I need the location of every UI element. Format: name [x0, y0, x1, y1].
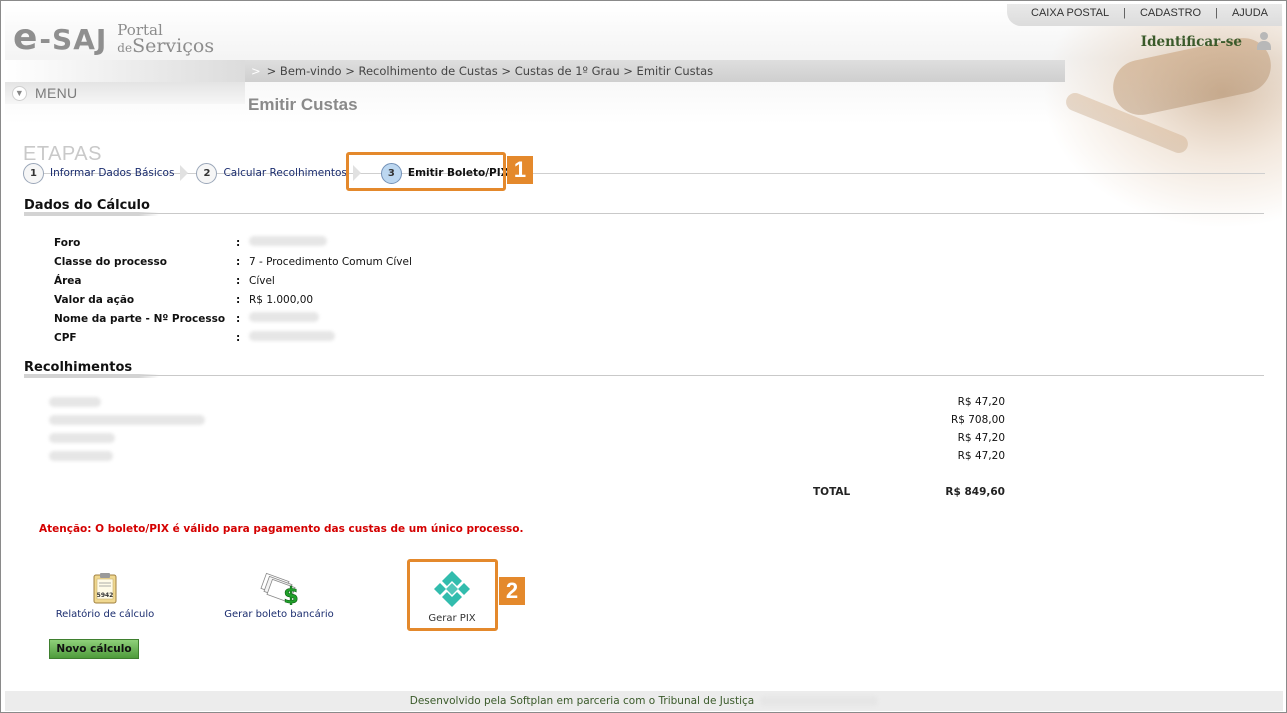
callout-number-2: 2 [499, 577, 525, 605]
relatorio-calculo-button[interactable]: 5942 Relatório de cálculo [51, 571, 159, 620]
relatorio-calculo-label: Relatório de cálculo [55, 609, 155, 620]
gerar-boleto-label: Gerar boleto bancário [224, 609, 334, 620]
breadcrumb: > > Bem-vindo > Recolhimento de Custas > … [251, 64, 713, 78]
dados-colon: : [236, 274, 241, 287]
dados-row-classe: Classe do processo : 7 - Procedimento Co… [54, 252, 412, 271]
user-icon-head [1260, 32, 1268, 40]
clipboard-badge: 5942 [97, 592, 114, 599]
cadastro-link[interactable]: CADASTRO [1140, 7, 1201, 19]
clipboard-report-icon: 5942 [93, 573, 117, 604]
dados-row-valor: Valor da ação : R$ 1.000,00 [54, 290, 313, 309]
top-links: CAIXA POSTAL | CADASTRO | AJUDA [1031, 7, 1268, 19]
chevron-down-icon: ▼ [12, 85, 27, 101]
recolhimento-item-redacted [49, 393, 101, 411]
footer-redacted [760, 696, 879, 706]
page-title: Emitir Custas [248, 95, 358, 114]
recolhimentos-title: Recolhimentos [24, 360, 133, 375]
callout-box-1 [346, 152, 506, 191]
dados-key: Nome da parte - Nº Processo [54, 312, 226, 325]
gerar-pix-button[interactable]: Gerar PIX [413, 569, 491, 624]
ajuda-link[interactable]: AJUDA [1232, 7, 1268, 19]
recolhimento-item-redacted [49, 411, 205, 429]
identificar-se-link[interactable]: Identificar-se [1141, 34, 1242, 50]
dados-row-cpf: CPF : [54, 328, 335, 347]
total-value: R$ 849,60 [945, 486, 1005, 498]
dados-value-redacted [249, 236, 327, 249]
step-label: Informar Dados Básicos [50, 167, 175, 179]
attention-message: Atenção: O boleto/PIX é válido para paga… [39, 523, 524, 535]
recolhimento-item-redacted [49, 429, 115, 447]
dados-value: R$ 1.000,00 [249, 293, 314, 306]
logo-servicos: Serviços [132, 35, 215, 57]
dados-value-redacted [249, 331, 335, 344]
step-number: 1 [23, 162, 44, 184]
step-2[interactable]: 2 Calcular Recolhimentos [196, 162, 368, 184]
dados-row-nome: Nome da parte - Nº Processo : [54, 309, 319, 328]
dados-key: Valor da ação [54, 293, 135, 306]
user-icon-body [1257, 41, 1271, 50]
gerar-boleto-button[interactable]: $ Gerar boleto bancário [221, 571, 337, 620]
top-link-separator: | [1123, 7, 1126, 19]
breadcrumb-text[interactable]: > Bem-vindo > Recolhimento de Custas > C… [267, 64, 714, 78]
user-icon[interactable] [1256, 32, 1272, 50]
top-link-separator: | [1215, 7, 1218, 19]
recolhimentos-underline [24, 374, 159, 378]
dados-key: Foro [54, 236, 81, 249]
dados-colon: : [236, 312, 241, 325]
pix-icon [434, 571, 470, 607]
step-arrow-icon [180, 165, 189, 181]
recolhimento-item-redacted [49, 447, 113, 465]
gerar-pix-label: Gerar PIX [428, 613, 476, 624]
dados-row-foro: Foro : [54, 233, 327, 252]
breadcrumb-arrow: > [251, 64, 261, 78]
dados-key: Classe do processo [54, 255, 168, 268]
recolhimentos-line [24, 375, 1264, 376]
dados-colon: : [236, 293, 241, 306]
dados-colon: : [236, 255, 241, 268]
gavel-illustration [1042, 19, 1282, 229]
caixa-postal-link[interactable]: CAIXA POSTAL [1031, 7, 1109, 19]
step-1[interactable]: 1 Informar Dados Básicos [23, 162, 196, 184]
total-label: TOTAL [813, 486, 851, 498]
dados-colon: : [236, 331, 241, 344]
logo-e: e [13, 17, 38, 58]
menu-label: MENU [35, 85, 78, 101]
logo-servicos-line: deServiços [117, 37, 214, 56]
callout-number-1: 1 [507, 156, 533, 184]
dados-calculo-line [24, 213, 1264, 214]
logo-saj: -SAJ [39, 23, 108, 56]
dados-key: CPF [54, 331, 77, 344]
logo-de: de [117, 41, 133, 55]
recolhimento-value: R$ 47,20 [957, 450, 1005, 462]
browser-page: e -SAJ Portal deServiços CAIXA POSTAL | … [0, 0, 1287, 713]
menu-button[interactable]: ▼ MENU [12, 85, 77, 101]
dados-colon: : [236, 236, 241, 249]
dados-calculo-title: Dados do Cálculo [24, 198, 150, 213]
dados-value-redacted [249, 312, 319, 325]
novo-calculo-button[interactable]: Novo cálculo [49, 639, 139, 659]
recolhimento-value: R$ 708,00 [950, 414, 1005, 426]
dados-row-area: Área : Cível [54, 271, 275, 290]
boleto-dollar-icon: $ [260, 572, 299, 605]
breadcrumb-bar-left [5, 60, 245, 82]
dados-key: Área [54, 274, 82, 287]
dados-value: 7 - Procedimento Comum Cível [249, 255, 412, 268]
footer-text: Desenvolvido pela Softplan em parceria c… [409, 695, 755, 707]
footer: Desenvolvido pela Softplan em parceria c… [5, 691, 1283, 711]
logo-portal-text: Portal deServiços [117, 23, 214, 56]
dollar-sign: $ [283, 584, 298, 605]
dados-value: Cível [249, 274, 275, 287]
recolhimento-value: R$ 47,20 [957, 432, 1005, 444]
recolhimento-value: R$ 47,20 [957, 396, 1005, 408]
esaj-logo[interactable]: e -SAJ Portal deServiços [13, 15, 214, 58]
dados-calculo-underline [24, 212, 159, 216]
step-number: 2 [196, 162, 218, 184]
step-label: Calcular Recolhimentos [223, 167, 347, 179]
